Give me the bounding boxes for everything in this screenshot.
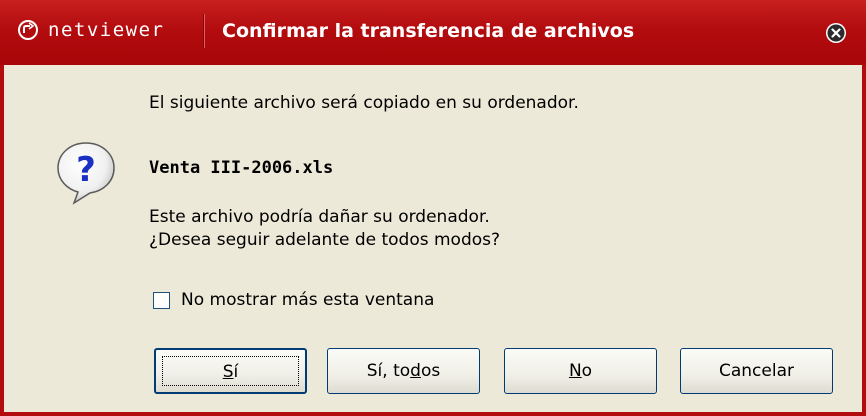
title-separator <box>203 14 205 48</box>
brand-name: netviewer <box>48 19 165 41</box>
dont-show-again-checkbox[interactable] <box>153 291 170 309</box>
netviewer-logo-icon <box>18 20 38 40</box>
close-icon <box>827 24 845 42</box>
file-name: Venta III-2006.xls <box>149 158 334 178</box>
netviewer-logo: netviewer <box>16 14 164 46</box>
svg-text:?: ? <box>76 150 96 190</box>
titlebar[interactable]: netviewer Confirmar la transferencia de … <box>0 0 866 65</box>
no-button[interactable]: No <box>504 348 657 394</box>
transfer-message: El siguiente archivo será copiado en su … <box>149 93 579 113</box>
warning-line-2: ¿Desea seguir adelante de todos modos? <box>149 230 501 250</box>
dont-show-again-row[interactable]: No mostrar más esta ventana <box>153 288 434 312</box>
yes-to-all-label: Sí, todos <box>366 361 441 381</box>
yes-button[interactable]: Sí <box>154 348 307 394</box>
no-button-label: No <box>568 361 593 381</box>
cancel-button[interactable]: Cancelar <box>680 348 833 394</box>
dont-show-again-label[interactable]: No mostrar más esta ventana <box>181 290 434 310</box>
warning-line-1: Este archivo podría dañar su ordenador. <box>149 207 490 227</box>
file-transfer-dialog: netviewer Confirmar la transferencia de … <box>0 0 866 416</box>
question-icon: ? <box>57 142 115 205</box>
window-title: Confirmar la transferencia de archivos <box>222 20 635 42</box>
dialog-body: ? El siguiente archivo será copiado en s… <box>4 65 862 412</box>
yes-to-all-button[interactable]: Sí, todos <box>327 348 480 394</box>
close-button[interactable] <box>826 23 846 43</box>
cancel-button-label: Cancelar <box>719 361 794 381</box>
yes-button-label: Sí <box>222 362 239 382</box>
